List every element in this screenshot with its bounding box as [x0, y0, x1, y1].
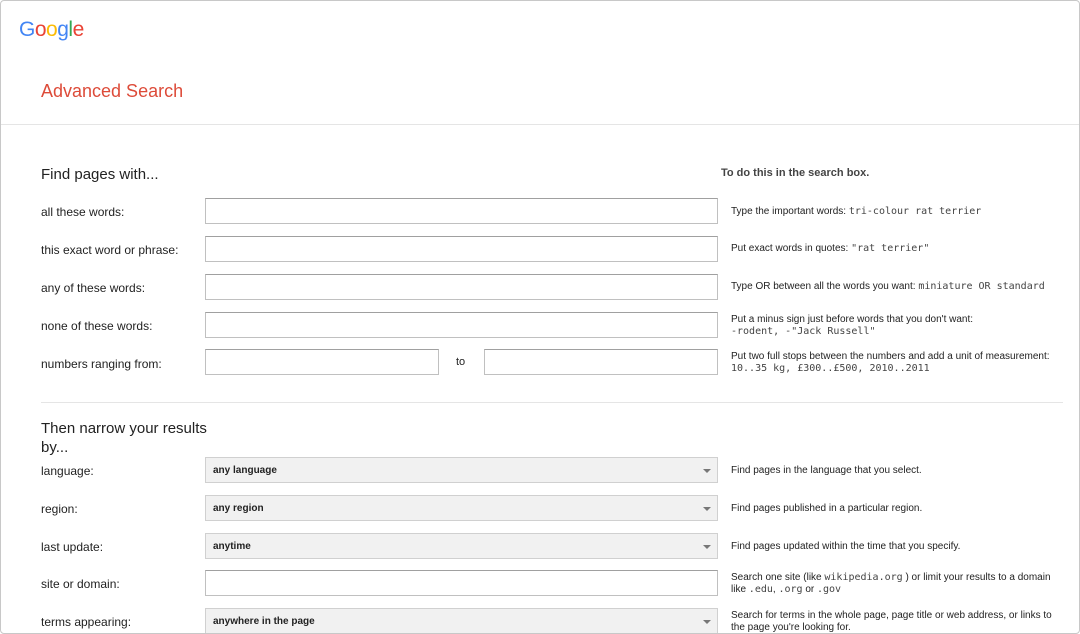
exact-phrase-label: this exact word or phrase: — [41, 243, 179, 257]
site-domain-hint: Search one site (like wikipedia.org ) or… — [731, 572, 1061, 596]
none-words-hint: Put a minus sign just before words that … — [731, 314, 1061, 338]
page-title: Advanced Search — [41, 81, 184, 101]
terms-appearing-selected-value: anywhere in the page — [213, 616, 315, 627]
any-words-hint-text: Type OR between all the words you want: — [731, 281, 919, 292]
none-words-hint-example: -rodent, -"Jack Russell" — [731, 326, 876, 337]
logo-letter-o1: o — [34, 18, 47, 41]
region-hint: Find pages published in a particular reg… — [731, 503, 923, 514]
numbers-to-label: to — [456, 356, 466, 368]
last-update-select[interactable]: anytime — [205, 533, 718, 559]
header-divider — [1, 124, 1079, 125]
all-words-hint: Type the important words: tri-colour rat… — [731, 206, 1061, 218]
site-domain-input[interactable] — [205, 570, 718, 596]
exact-phrase-hint-example: "rat terrier" — [851, 243, 930, 254]
language-selected-value: any language — [213, 465, 277, 476]
numbers-range-hint-text: Put two full stops between the numbers a… — [731, 351, 1050, 362]
chevron-down-icon — [703, 469, 711, 473]
narrow-section-heading: Then narrow your results by... — [41, 420, 207, 456]
logo-letter-e: e — [72, 18, 85, 41]
section-divider — [41, 402, 1063, 403]
exact-phrase-hint: Put exact words in quotes: "rat terrier" — [731, 243, 1061, 255]
any-words-hint-example: miniature OR standard — [918, 281, 1045, 292]
none-words-hint-text: Put a minus sign just before words that … — [731, 314, 974, 325]
region-select[interactable]: any region — [205, 495, 718, 521]
numbers-range-hint: Put two full stops between the numbers a… — [731, 351, 1061, 375]
terms-appearing-hint: Search for terms in the whole page, page… — [731, 610, 1052, 633]
site-hint-example-3: .org — [778, 584, 803, 595]
any-words-label: any of these words: — [41, 281, 146, 295]
numbers-from-input[interactable] — [205, 349, 439, 375]
language-select[interactable]: any language — [205, 457, 718, 483]
last-update-selected-value: anytime — [213, 541, 251, 552]
site-domain-label: site or domain: — [41, 577, 120, 591]
language-label: language: — [41, 464, 94, 478]
numbers-range-label: numbers ranging from: — [41, 357, 162, 371]
all-words-label: all these words: — [41, 205, 125, 219]
region-selected-value: any region — [213, 503, 264, 514]
any-words-hint: Type OR between all the words you want: … — [731, 281, 1061, 293]
hint-column-heading: To do this in the search box. — [721, 167, 870, 179]
last-update-hint: Find pages updated within the time that … — [731, 541, 961, 552]
region-label: region: — [41, 502, 78, 516]
find-section-heading: Find pages with... — [41, 166, 159, 183]
terms-appearing-label: terms appearing: — [41, 615, 132, 629]
all-words-hint-text: Type the important words: — [731, 206, 849, 217]
exact-phrase-input[interactable] — [205, 236, 718, 262]
logo-letter-o2: o — [46, 18, 58, 41]
advanced-search-page: Google Advanced Search Find pages with..… — [0, 0, 1080, 634]
any-words-input[interactable] — [205, 274, 718, 300]
site-hint-pre: Search one site (like — [731, 572, 825, 583]
all-words-hint-example: tri-colour rat terrier — [848, 206, 982, 217]
none-words-input[interactable] — [205, 312, 718, 338]
google-logo[interactable]: Google — [19, 18, 84, 42]
logo-letter-g2: g — [57, 18, 69, 41]
terms-appearing-select[interactable]: anywhere in the page — [205, 608, 718, 633]
last-update-label: last update: — [41, 540, 104, 554]
language-hint: Find pages in the language that you sele… — [731, 465, 922, 476]
numbers-to-input[interactable] — [484, 349, 718, 375]
chevron-down-icon — [703, 620, 711, 624]
site-hint-example-1: wikipedia.org — [824, 572, 903, 583]
numbers-range-hint-example: 10..35 kg, £300..£500, 2010..2011 — [731, 363, 930, 374]
none-words-label: none of these words: — [41, 319, 153, 333]
site-hint-or: or — [802, 584, 817, 595]
chevron-down-icon — [703, 545, 711, 549]
site-hint-example-4: .gov — [817, 584, 842, 595]
site-hint-example-2: .edu — [748, 584, 773, 595]
all-words-input[interactable] — [205, 198, 718, 224]
exact-phrase-hint-text: Put exact words in quotes: — [731, 243, 852, 254]
logo-letter-g1: G — [19, 18, 35, 41]
chevron-down-icon — [703, 507, 711, 511]
